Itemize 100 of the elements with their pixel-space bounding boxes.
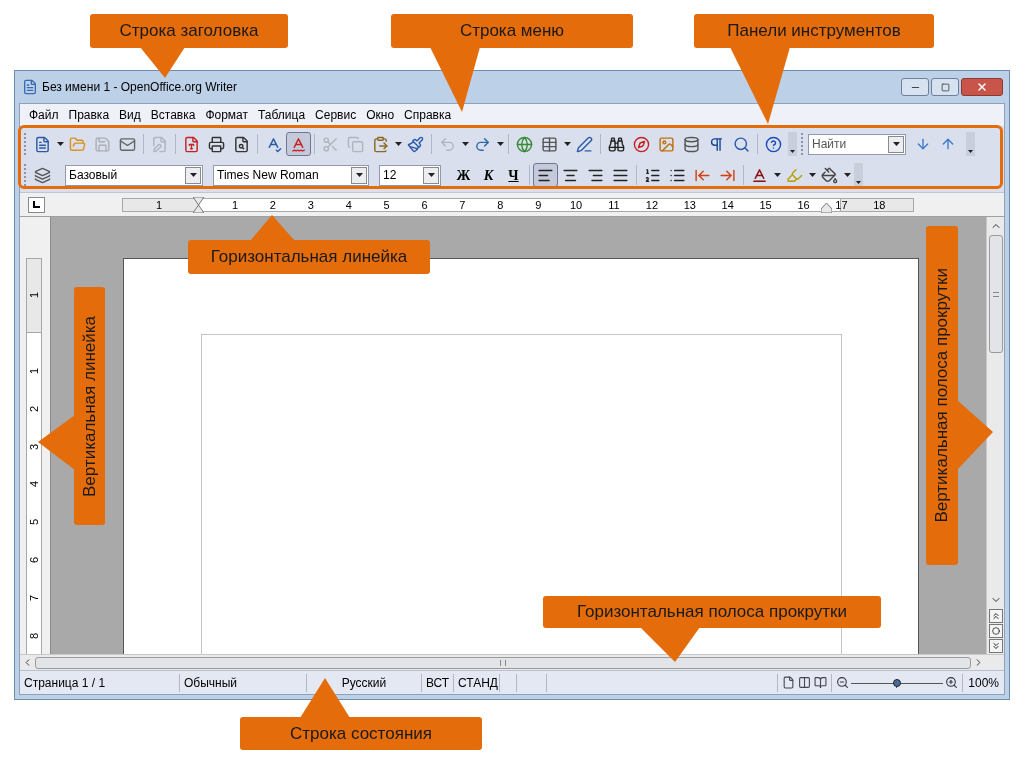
undo-icon <box>439 135 456 153</box>
magnifier-icon <box>733 135 750 153</box>
ruler-number: 16 <box>797 197 810 212</box>
ruler-number: 4 <box>345 197 352 212</box>
find-combo[interactable]: Найти <box>808 133 906 155</box>
next-page-button[interactable] <box>988 639 1003 653</box>
auto-spellcheck-icon <box>290 135 307 153</box>
highlighter-icon <box>786 166 803 184</box>
pdf-file-icon <box>183 135 200 153</box>
ruler-number: 17 <box>835 197 848 212</box>
pilcrow-icon <box>708 135 725 153</box>
book-view-icon[interactable] <box>814 676 828 689</box>
printer-icon <box>208 135 225 153</box>
ruler-number: 3 <box>28 443 40 450</box>
font-size-combo[interactable]: 12 <box>379 164 441 186</box>
help-icon <box>765 135 782 153</box>
callout-pointer <box>250 215 295 241</box>
window-title: Без имени 1 - OpenOffice.org Writer <box>42 79 238 96</box>
caret-icon <box>461 142 469 146</box>
status-text: Обычный <box>184 674 238 692</box>
menu-item[interactable]: Файл <box>24 106 64 124</box>
indent-marker-icon[interactable] <box>821 202 832 213</box>
text-style-button[interactable]: Ч <box>501 163 526 187</box>
envelope-icon <box>119 135 136 153</box>
find-field[interactable]: Найти <box>809 135 888 153</box>
pencil-icon <box>576 135 593 153</box>
menu-item[interactable]: Вид <box>114 106 146 124</box>
ruler-number: 2 <box>28 405 40 412</box>
scroll-thumb[interactable] <box>988 235 1003 353</box>
status-text: СТАНД <box>458 674 498 692</box>
toolbar-button[interactable] <box>533 163 558 187</box>
callout-label: Панели инструментов <box>694 14 934 48</box>
vertical-scrollbar[interactable] <box>986 217 1004 654</box>
callout-pointer <box>140 47 185 78</box>
clipboard-icon <box>372 135 389 153</box>
ruler-number: 5 <box>383 197 390 212</box>
font-name-combo[interactable]: Times New Roman <box>213 164 369 186</box>
menu-item[interactable]: Правка <box>63 106 115 124</box>
close-icon <box>976 81 988 93</box>
edit-file-icon <box>151 135 168 153</box>
caret-icon <box>189 173 197 177</box>
close-button[interactable] <box>961 78 1003 96</box>
paragraph-style-combo[interactable]: Базовый <box>65 164 203 186</box>
minimize-button[interactable] <box>901 78 929 96</box>
globe-icon <box>516 135 533 153</box>
ruler-number: 7 <box>459 197 466 212</box>
ruler-number: 1 <box>28 367 40 375</box>
menu-item[interactable]: Формат <box>200 106 254 124</box>
picture-icon <box>658 135 675 153</box>
ruler-number: 1 <box>155 197 163 212</box>
ruler-number: 12 <box>645 197 658 212</box>
binoculars-icon <box>608 135 625 153</box>
ruler-number: 14 <box>721 197 734 212</box>
ruler-number: 3 <box>307 197 314 212</box>
text-style-button[interactable]: Ж <box>451 163 476 187</box>
circle-icon <box>991 627 1000 635</box>
text-style-button[interactable]: К <box>476 163 501 187</box>
ruler-number: 15 <box>759 197 772 212</box>
horizontal-scrollbar[interactable] <box>20 654 1004 670</box>
toolbar-overflow-button[interactable] <box>788 132 797 156</box>
ruler-number: 6 <box>28 556 40 564</box>
copy-icon <box>347 135 364 153</box>
status-text: ВСТ <box>425 674 450 692</box>
ruler-number: 6 <box>421 197 428 212</box>
ruler-number: 4 <box>28 481 40 488</box>
ruler-number: 8 <box>28 632 40 639</box>
ruler-number: 11 <box>608 197 620 212</box>
new-document-icon <box>34 135 51 153</box>
redo-icon <box>474 135 491 153</box>
ruler-number: 9 <box>535 197 542 212</box>
previous-page-button[interactable] <box>988 609 1003 623</box>
toolbar-overflow-button[interactable] <box>854 163 863 187</box>
single-page-icon[interactable] <box>782 676 796 689</box>
scissors-icon <box>322 135 339 153</box>
toolbar-overflow-button[interactable] <box>966 132 975 156</box>
slider-thumb[interactable] <box>893 678 902 687</box>
menu-item[interactable]: Вставка <box>145 106 201 124</box>
zoom-in-icon[interactable] <box>945 676 959 689</box>
tab-type-button[interactable] <box>28 196 45 213</box>
paint-bucket-icon <box>821 166 838 184</box>
caret-icon <box>808 173 816 177</box>
ruler-number: 1 <box>231 197 239 212</box>
indent-marker-icon[interactable] <box>193 196 204 213</box>
double-down-icon <box>990 641 1001 651</box>
caret-icon <box>355 173 363 177</box>
menu-item[interactable]: Сервис <box>310 106 362 124</box>
scroll-thumb[interactable] <box>35 656 971 669</box>
font-color-icon <box>751 166 768 184</box>
menu-item[interactable]: Таблица <box>253 106 311 124</box>
maximize-button[interactable] <box>931 78 959 96</box>
ruler-number: 2 <box>269 197 276 212</box>
zoom-out-icon[interactable] <box>836 676 850 689</box>
two-pages-icon[interactable] <box>798 676 812 689</box>
menu-item[interactable]: Окно <box>361 106 400 124</box>
navigation-button[interactable] <box>988 624 1003 638</box>
left-tab-icon <box>33 201 40 208</box>
numbered-list-icon <box>644 166 661 184</box>
menu-item[interactable]: Справка <box>399 106 457 124</box>
ruler-number: 18 <box>873 197 886 212</box>
page-preview-icon <box>233 135 250 153</box>
